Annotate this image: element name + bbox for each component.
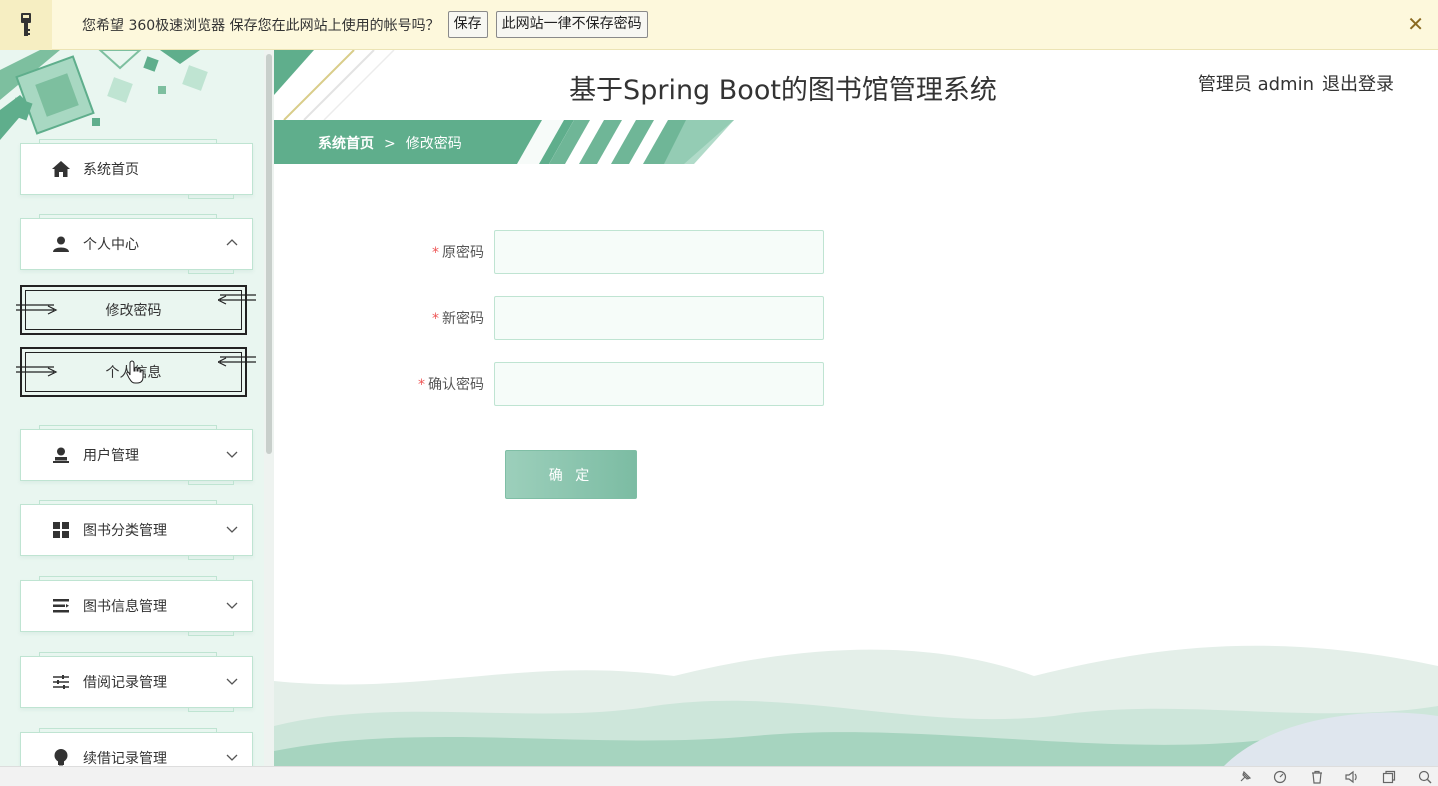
- user-icon: [51, 234, 71, 254]
- breadcrumb-current: 修改密码: [405, 136, 462, 152]
- key-icon: [0, 0, 52, 50]
- sidebar-item-borrow-records[interactable]: 借阅记录管理: [20, 652, 253, 712]
- required-mark: *: [418, 377, 425, 393]
- sidebar-item-label: 用户管理: [83, 448, 139, 464]
- admin-label: 管理员 admin: [1197, 74, 1314, 95]
- sidebar-item-book-info[interactable]: 图书信息管理: [20, 576, 253, 636]
- browser-status-bar: [0, 766, 1438, 786]
- form-row-new-password: * 新密码: [404, 296, 844, 340]
- form-row-confirm-password: * 确认密码: [404, 362, 844, 406]
- save-password-button[interactable]: 保存: [447, 11, 488, 38]
- never-save-password-button[interactable]: 此网站一律不保存密码: [495, 11, 648, 38]
- sidebar-item-book-category[interactable]: 图书分类管理: [20, 500, 253, 560]
- submenu-item-label: 修改密码: [105, 303, 162, 319]
- sidebar-item-label: 图书分类管理: [83, 523, 167, 539]
- user-stamp-icon: [51, 445, 71, 465]
- bulb-icon: [51, 748, 71, 766]
- sidebar-item-label: 续借记录管理: [83, 751, 167, 766]
- wave-decoration: [274, 645, 1438, 766]
- confirm-button[interactable]: 确 定: [505, 450, 637, 499]
- volume-icon[interactable]: [1345, 770, 1359, 784]
- sidebar-item-home[interactable]: 系统首页: [20, 139, 253, 199]
- sidebar: 系统首页 个人中心 修改密码 个人信息 用户管理 图书分类管理: [0, 50, 274, 766]
- chevron-down-icon: [226, 451, 238, 458]
- chevron-up-icon: [226, 239, 238, 246]
- sidebar-decoration: [0, 50, 208, 140]
- old-password-input[interactable]: [494, 230, 824, 274]
- sliders-icon: [51, 672, 71, 692]
- sidebar-item-label: 图书信息管理: [83, 599, 167, 615]
- sidebar-item-label: 借阅记录管理: [83, 675, 167, 691]
- sidebar-item-label: 个人中心: [83, 237, 139, 253]
- chevron-down-icon: [226, 754, 238, 761]
- page-title: 基于Spring Boot的图书馆管理系统: [569, 75, 997, 106]
- new-password-label: 新密码: [442, 311, 484, 327]
- logout-link[interactable]: 退出登录: [1322, 74, 1394, 95]
- password-save-message: 您希望 360极速浏览器 保存您在此网站上使用的帐号吗？: [82, 17, 440, 34]
- sidebar-scrollbar[interactable]: [264, 50, 274, 766]
- grid-icon: [51, 520, 71, 540]
- old-password-label: 原密码: [442, 245, 484, 261]
- pin-icon[interactable]: [1238, 770, 1252, 784]
- confirm-password-input[interactable]: [494, 362, 824, 406]
- sidebar-item-label: 系统首页: [83, 162, 139, 178]
- chevron-down-icon: [226, 526, 238, 533]
- arrow-decoration-icon: [16, 304, 58, 315]
- new-password-input[interactable]: [494, 296, 824, 340]
- list-icon: [51, 596, 71, 616]
- breadcrumb: 系统首页 > 修改密码: [318, 133, 462, 153]
- chevron-down-icon: [226, 602, 238, 609]
- required-mark: *: [432, 311, 439, 327]
- user-info: 管理员 admin 退出登录: [1198, 70, 1394, 96]
- chevron-down-icon: [226, 678, 238, 685]
- password-save-bar: 您希望 360极速浏览器 保存您在此网站上使用的帐号吗？ 保存 此网站一律不保存…: [0, 0, 1438, 50]
- hand-cursor-icon: [126, 360, 144, 384]
- breadcrumb-separator: >: [384, 136, 396, 152]
- sidebar-item-user-management[interactable]: 用户管理: [20, 425, 253, 485]
- form-row-old-password: * 原密码: [404, 230, 844, 274]
- zoom-icon[interactable]: [1418, 770, 1432, 784]
- arrow-decoration-icon: [218, 356, 256, 367]
- arrow-decoration-icon: [16, 366, 58, 377]
- speed-icon[interactable]: [1273, 770, 1287, 784]
- window-icon[interactable]: [1382, 770, 1396, 784]
- sidebar-item-renew-records[interactable]: 续借记录管理: [20, 728, 253, 766]
- breadcrumb-home-link[interactable]: 系统首页: [318, 136, 374, 152]
- home-icon: [51, 159, 71, 179]
- main-content: 基于Spring Boot的图书馆管理系统 管理员 admin 退出登录 系统首页…: [274, 50, 1438, 766]
- confirm-password-label: 确认密码: [428, 377, 484, 393]
- close-icon[interactable]: ✕: [1407, 14, 1424, 34]
- trash-icon[interactable]: [1310, 770, 1324, 784]
- scrollbar-thumb[interactable]: [266, 54, 272, 454]
- sidebar-item-personal-center[interactable]: 个人中心: [20, 214, 253, 274]
- required-mark: *: [432, 245, 439, 261]
- arrow-decoration-icon: [218, 294, 256, 305]
